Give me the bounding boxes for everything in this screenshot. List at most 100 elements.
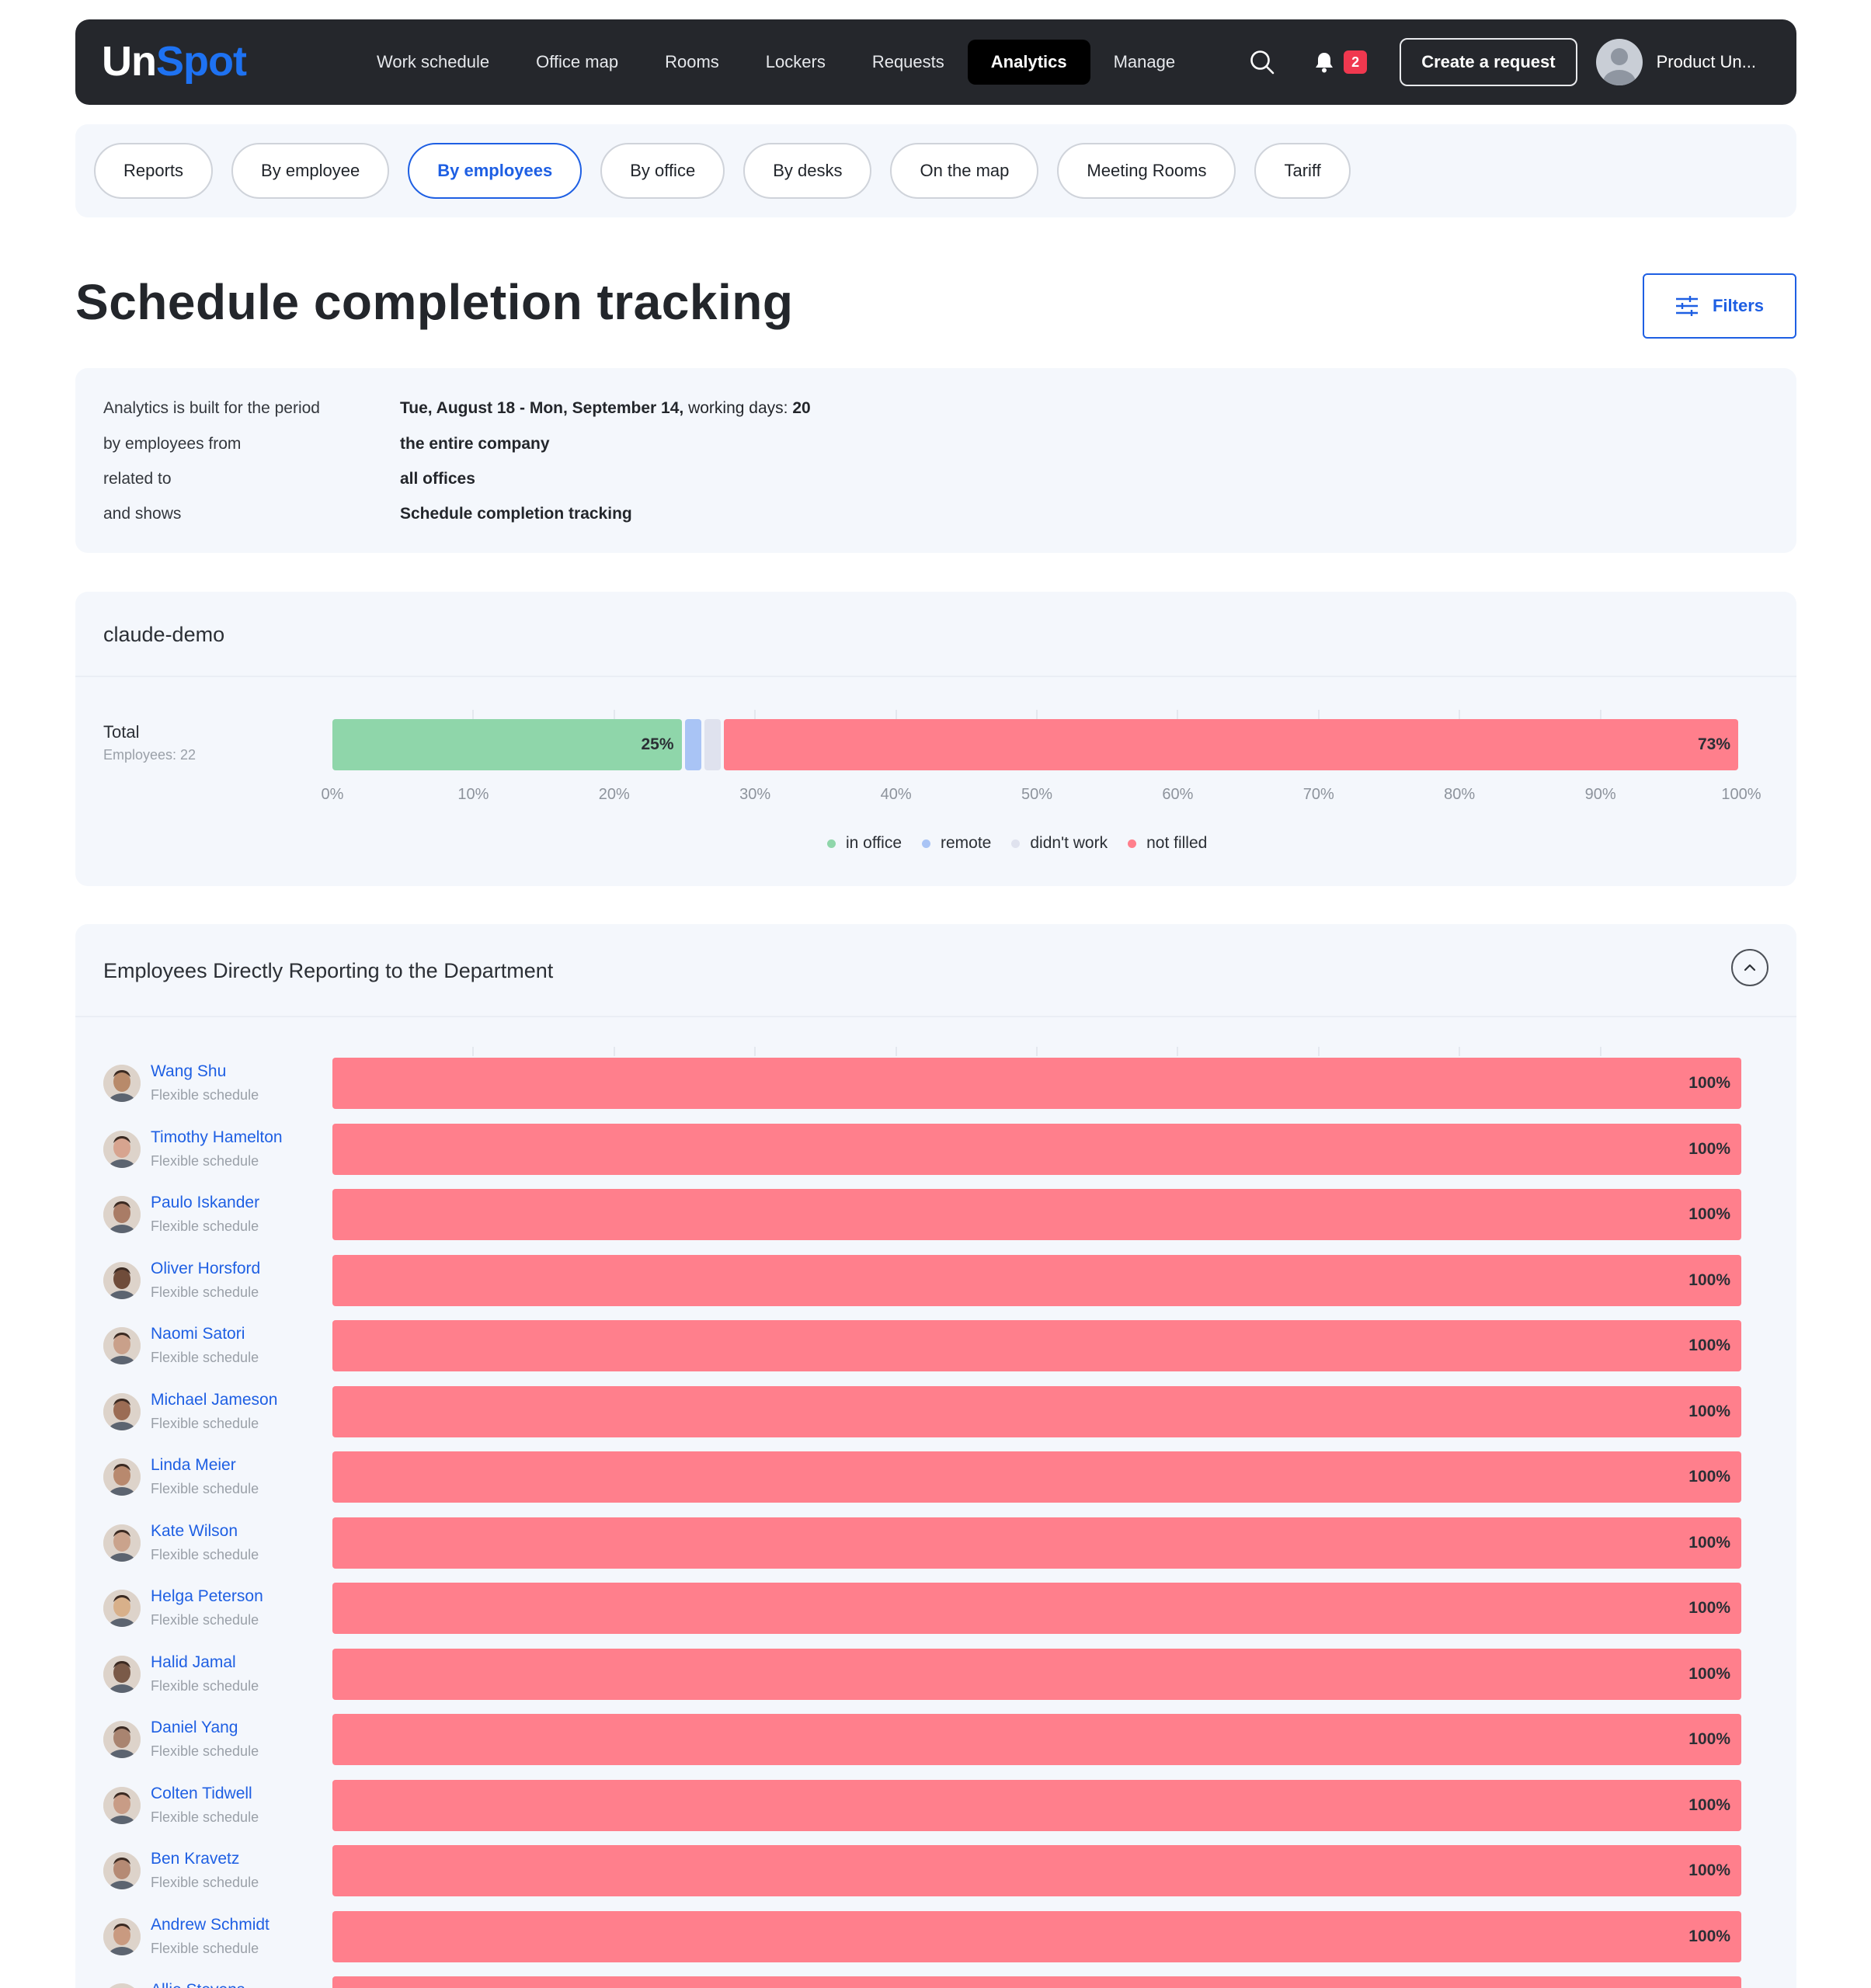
legend-item: in office	[827, 834, 902, 853]
person-avatar-icon	[103, 1721, 141, 1758]
employee-avatar[interactable]	[103, 1458, 141, 1496]
employee-avatar[interactable]	[103, 1392, 141, 1430]
employee-avatar[interactable]	[103, 1655, 141, 1693]
employee-schedule-type: Flexible schedule	[151, 1743, 259, 1759]
employee-name-link[interactable]: Naomi Satori	[151, 1325, 245, 1343]
employee-bar-not-filled[interactable]	[332, 1320, 1741, 1371]
tab-on-the-map[interactable]: On the map	[890, 143, 1039, 199]
person-avatar-icon	[103, 1524, 141, 1562]
employee-schedule-type: Flexible schedule	[151, 1612, 259, 1628]
gridline	[1599, 710, 1601, 719]
employee-bar-not-filled[interactable]	[332, 1845, 1741, 1896]
bar-segment-not-filled[interactable]	[724, 719, 1738, 770]
employee-bar-not-filled[interactable]	[332, 1648, 1741, 1700]
bar-segment-remote[interactable]	[684, 719, 701, 770]
employee-bar-not-filled[interactable]	[332, 1583, 1741, 1634]
legend-item: not filled	[1128, 834, 1207, 853]
nav-item-rooms[interactable]: Rooms	[642, 40, 742, 85]
employee-bar-label: 100%	[1688, 1205, 1730, 1223]
filters-button[interactable]: Filters	[1643, 273, 1796, 339]
employee-avatar[interactable]	[103, 1327, 141, 1364]
notifications-button[interactable]: 2	[1313, 50, 1368, 74]
employee-name-link[interactable]: Allie Stevens	[151, 1981, 245, 1988]
employee-name-link[interactable]: Michael Jameson	[151, 1391, 277, 1409]
employee-bar-not-filled[interactable]	[332, 1385, 1741, 1437]
employee-bar-not-filled[interactable]	[332, 1517, 1741, 1569]
employee-bar-not-filled[interactable]	[332, 1058, 1741, 1109]
employee-bar-not-filled[interactable]	[332, 1714, 1741, 1765]
bar-segment-didn-t-work[interactable]	[704, 719, 722, 770]
nav-item-analytics[interactable]: Analytics	[967, 40, 1090, 85]
employee-avatar[interactable]	[103, 1917, 141, 1955]
tab-by-desks[interactable]: By desks	[743, 143, 872, 199]
legend-dot	[827, 839, 836, 848]
nav-item-lockers[interactable]: Lockers	[742, 40, 849, 85]
employee-name-link[interactable]: Colten Tidwell	[151, 1785, 252, 1803]
employee-bar-not-filled[interactable]	[332, 1976, 1741, 1988]
employee-bar-not-filled[interactable]	[332, 1254, 1741, 1306]
person-avatar-icon	[103, 1065, 141, 1102]
employee-schedule-type: Flexible schedule	[151, 1940, 259, 1956]
employee-avatar[interactable]	[103, 1590, 141, 1627]
employee-name-link[interactable]: Timothy Hamelton	[151, 1128, 283, 1147]
tab-by-office[interactable]: By office	[600, 143, 725, 199]
legend-dot	[922, 839, 930, 848]
employee-bar-not-filled[interactable]	[332, 1123, 1741, 1175]
employees-section-title: Employees Directly Reporting to the Depa…	[103, 959, 554, 982]
nav-item-office-map[interactable]: Office map	[513, 40, 642, 85]
employee-schedule-type: Flexible schedule	[151, 1284, 259, 1300]
employee-avatar[interactable]	[103, 1130, 141, 1168]
top-navigation: UnSpot Work schedule Office map Rooms Locke…	[75, 19, 1796, 105]
gridline	[895, 710, 897, 719]
employee-avatar[interactable]	[103, 1261, 141, 1299]
employee-name-link[interactable]: Halid Jamal	[151, 1653, 236, 1672]
legend-label: didn't work	[1030, 834, 1108, 852]
employee-avatar[interactable]	[103, 1721, 141, 1758]
employee-schedule-type: Flexible schedule	[151, 1546, 259, 1562]
employee-name-link[interactable]: Ben Kravetz	[151, 1850, 239, 1868]
employee-avatar[interactable]	[103, 1983, 141, 1988]
nav-menu: Work schedule Office map Rooms Lockers Reque…	[353, 19, 1198, 105]
employee-name-link[interactable]: Wang Shu	[151, 1062, 226, 1081]
employee-avatar[interactable]	[103, 1852, 141, 1889]
tab-meeting-rooms[interactable]: Meeting Rooms	[1057, 143, 1236, 199]
user-avatar[interactable]	[1595, 39, 1643, 85]
nav-item-manage[interactable]: Manage	[1090, 40, 1199, 85]
employee-name-link[interactable]: Oliver Horsford	[151, 1260, 260, 1278]
info-employees-label: by employees from	[103, 435, 242, 453]
unspot-logo[interactable]: UnSpot	[102, 36, 247, 86]
employee-name-link[interactable]: Helga Peterson	[151, 1587, 263, 1606]
nav-item-requests[interactable]: Requests	[849, 40, 968, 85]
employee-bar-not-filled[interactable]	[332, 1910, 1741, 1962]
legend-dot	[1128, 839, 1137, 848]
employee-name-link[interactable]: Kate Wilson	[151, 1522, 238, 1541]
tab-tariff[interactable]: Tariff	[1254, 143, 1351, 199]
create-request-button[interactable]: Create a request	[1400, 38, 1577, 86]
tab-by-employees[interactable]: By employees	[408, 143, 583, 199]
tab-reports[interactable]: Reports	[94, 143, 214, 199]
x-tick-label: 50%	[1021, 786, 1053, 803]
employee-name-link[interactable]: Andrew Schmidt	[151, 1916, 270, 1934]
employee-bar-not-filled[interactable]	[332, 1451, 1741, 1503]
user-name[interactable]: Product Un...	[1657, 52, 1756, 72]
employee-bar-not-filled[interactable]	[332, 1189, 1741, 1240]
employee-avatar[interactable]	[103, 1196, 141, 1233]
employee-name-link[interactable]: Paulo Iskander	[151, 1194, 259, 1212]
employee-name-link[interactable]: Daniel Yang	[151, 1719, 238, 1737]
tab-by-employee[interactable]: By employee	[231, 143, 390, 199]
info-related-value: all offices	[400, 470, 475, 488]
search-icon[interactable]	[1249, 49, 1275, 75]
gridline	[754, 1047, 756, 1056]
employee-name-link[interactable]: Linda Meier	[151, 1456, 236, 1475]
employee-avatar[interactable]	[103, 1786, 141, 1824]
legend-label: not filled	[1146, 834, 1208, 852]
filters-button-label: Filters	[1712, 296, 1765, 315]
employee-bar-not-filled[interactable]	[332, 1779, 1741, 1831]
employee-avatar[interactable]	[103, 1065, 141, 1102]
nav-item-work-schedule[interactable]: Work schedule	[353, 40, 513, 85]
employee-bar-label: 100%	[1688, 1336, 1730, 1354]
employee-avatar[interactable]	[103, 1524, 141, 1562]
chart-legend: in office remote didn't work not filled	[827, 834, 1227, 853]
gridline	[1177, 1047, 1179, 1056]
collapse-button[interactable]	[1731, 949, 1768, 986]
